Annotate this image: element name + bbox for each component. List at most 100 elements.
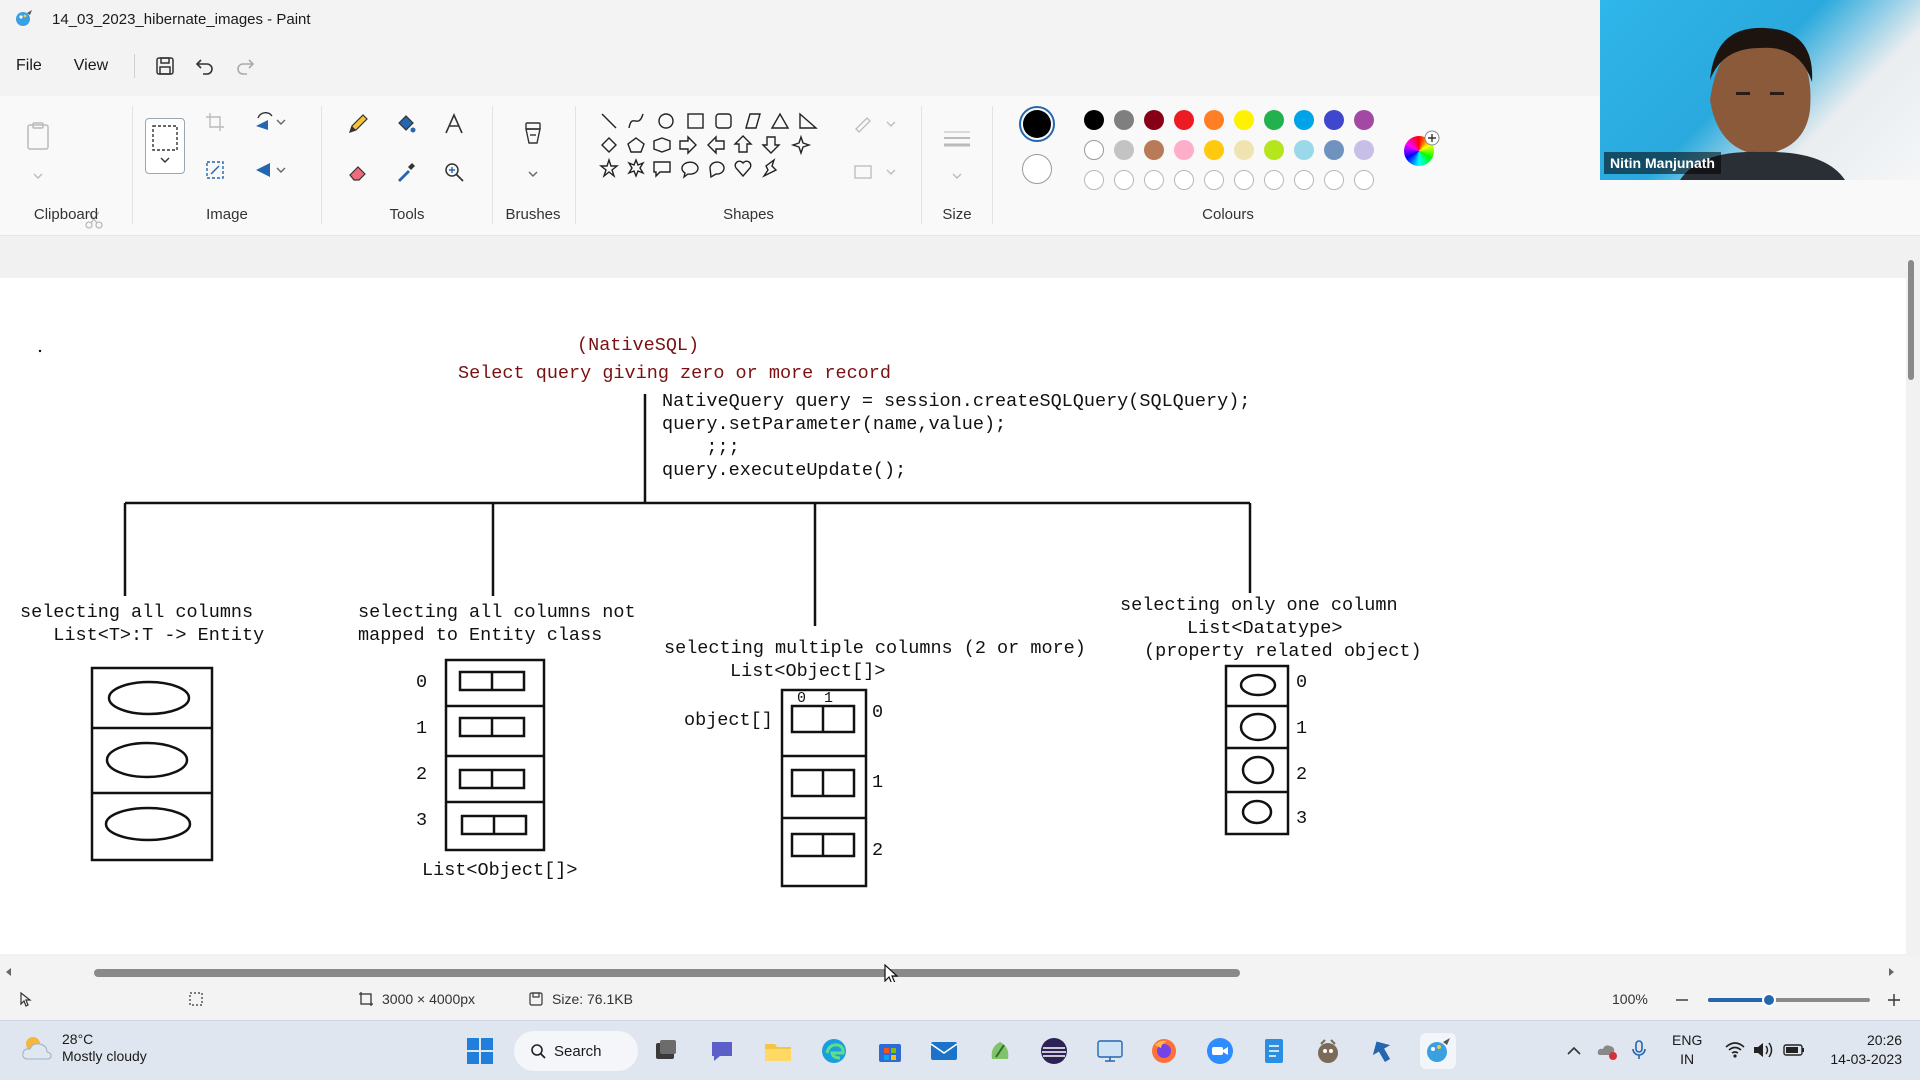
scroll-left-icon[interactable] (4, 967, 14, 977)
lightning-shape-icon[interactable] (761, 158, 778, 178)
primary-colour-swatch[interactable] (1019, 106, 1055, 142)
polygon-shape-icon[interactable] (745, 113, 761, 129)
oval-shape-icon[interactable] (658, 113, 674, 129)
custom-colour-slot[interactable] (1264, 170, 1284, 190)
eclipse-button[interactable] (1036, 1033, 1072, 1069)
diamond-shape-icon[interactable] (601, 137, 617, 153)
battery-icon[interactable] (1782, 1041, 1806, 1059)
right-arrow-shape-icon[interactable] (679, 135, 697, 155)
line-shape-icon[interactable] (601, 113, 617, 129)
file-explorer-button[interactable] (760, 1033, 796, 1069)
triangle-shape-icon[interactable] (770, 112, 790, 129)
notepad-plus-button[interactable] (982, 1033, 1018, 1069)
language-indicator[interactable]: ENG IN (1672, 1031, 1702, 1069)
brushes-button[interactable] (515, 118, 551, 154)
outline-button[interactable] (850, 106, 900, 142)
zoom-in-icon[interactable] (1886, 992, 1902, 1008)
crop-button[interactable] (197, 104, 233, 140)
colour-swatch[interactable] (1354, 140, 1374, 160)
five-point-star-shape-icon[interactable] (599, 157, 619, 179)
zoom-app-button[interactable] (1202, 1033, 1238, 1069)
horizontal-scrollbar[interactable] (0, 962, 1920, 982)
select-button[interactable] (145, 118, 185, 174)
colour-swatch[interactable] (1114, 140, 1134, 160)
paste-button[interactable] (20, 118, 56, 154)
custom-colour-slot[interactable] (1084, 170, 1104, 190)
colour-swatch[interactable] (1354, 110, 1374, 130)
colour-swatch[interactable] (1114, 110, 1134, 130)
vertical-scrollbar[interactable] (1908, 260, 1914, 380)
custom-colour-slot[interactable] (1114, 170, 1134, 190)
edge-browser-button[interactable] (816, 1033, 852, 1069)
shapes-gallery[interactable] (596, 110, 836, 192)
secondary-colour-swatch[interactable] (1022, 154, 1052, 184)
gimp-button[interactable] (1310, 1033, 1346, 1069)
oval-callout-shape-icon[interactable] (681, 161, 699, 179)
custom-colour-slot[interactable] (1174, 170, 1194, 190)
microphone-icon[interactable] (1630, 1039, 1648, 1061)
colour-swatch[interactable] (1324, 140, 1344, 160)
zoom-slider-thumb[interactable] (1762, 993, 1776, 1007)
custom-colour-slot[interactable] (1294, 170, 1314, 190)
resize-button[interactable] (197, 152, 233, 188)
colour-swatch[interactable] (1294, 140, 1314, 160)
fill-button[interactable] (388, 106, 424, 142)
shape-fill-button[interactable] (850, 154, 900, 190)
chevron-up-icon[interactable] (1566, 1043, 1582, 1059)
edit-colours-button[interactable] (1404, 130, 1440, 166)
custom-colour-slot[interactable] (1234, 170, 1254, 190)
remote-desktop-button[interactable] (1092, 1033, 1128, 1069)
feedback-button[interactable] (1364, 1033, 1400, 1069)
colour-swatch[interactable] (1294, 110, 1314, 130)
weather-widget[interactable]: 28°C Mostly cloudy (20, 1031, 147, 1065)
task-view-button[interactable] (648, 1033, 684, 1069)
colour-swatch[interactable] (1324, 110, 1344, 130)
colour-swatch[interactable] (1084, 140, 1104, 160)
brushes-dropdown[interactable] (515, 156, 551, 192)
mail-button[interactable] (926, 1033, 962, 1069)
taskbar-search[interactable]: Search (514, 1031, 638, 1071)
six-point-star-shape-icon[interactable] (627, 158, 645, 178)
colour-swatch[interactable] (1144, 140, 1164, 160)
right-triangle-shape-icon[interactable] (799, 112, 818, 129)
colour-swatch[interactable] (1264, 140, 1284, 160)
colour-swatch[interactable] (1144, 110, 1164, 130)
custom-colour-slot[interactable] (1324, 170, 1344, 190)
store-button[interactable] (872, 1033, 908, 1069)
save-button[interactable] (145, 46, 185, 86)
teams-chat-button[interactable] (704, 1033, 740, 1069)
menu-view[interactable]: View (58, 44, 124, 88)
color-picker-button[interactable] (388, 154, 424, 190)
custom-colour-slot[interactable] (1204, 170, 1224, 190)
menu-file[interactable]: File (0, 44, 58, 88)
rounded-rectangle-shape-icon[interactable] (715, 113, 732, 129)
magnifier-button[interactable] (436, 154, 472, 190)
paint-taskbar-button[interactable] (1420, 1033, 1456, 1069)
hexagon-shape-icon[interactable] (653, 137, 671, 153)
undo-button[interactable] (185, 46, 225, 86)
up-arrow-shape-icon[interactable] (733, 135, 753, 153)
text-button[interactable] (436, 106, 472, 142)
left-arrow-shape-icon[interactable] (707, 135, 725, 155)
colour-swatch[interactable] (1204, 140, 1224, 160)
custom-colour-slot[interactable] (1354, 170, 1374, 190)
clock[interactable]: 20:26 14-03-2023 (1822, 1031, 1902, 1069)
horizontal-scroll-thumb[interactable] (94, 969, 1240, 977)
flip-dropdown[interactable] (273, 152, 289, 188)
scroll-right-icon[interactable] (1886, 967, 1896, 977)
onedrive-icon[interactable] (1596, 1039, 1618, 1061)
pentagon-shape-icon[interactable] (627, 137, 645, 153)
pencil-button[interactable] (340, 106, 376, 142)
custom-colour-slot[interactable] (1144, 170, 1164, 190)
colour-swatch[interactable] (1174, 110, 1194, 130)
four-point-star-shape-icon[interactable] (790, 134, 812, 156)
paste-dropdown[interactable] (20, 158, 56, 194)
zoom-out-icon[interactable] (1674, 992, 1690, 1008)
zoom-level[interactable]: 100% (1612, 991, 1648, 1007)
rectangle-shape-icon[interactable] (687, 113, 704, 129)
colour-swatch[interactable] (1084, 110, 1104, 130)
size-dropdown[interactable] (939, 158, 975, 194)
colour-swatch[interactable] (1204, 110, 1224, 130)
wifi-icon[interactable] (1724, 1040, 1746, 1060)
start-button[interactable] (462, 1033, 498, 1069)
